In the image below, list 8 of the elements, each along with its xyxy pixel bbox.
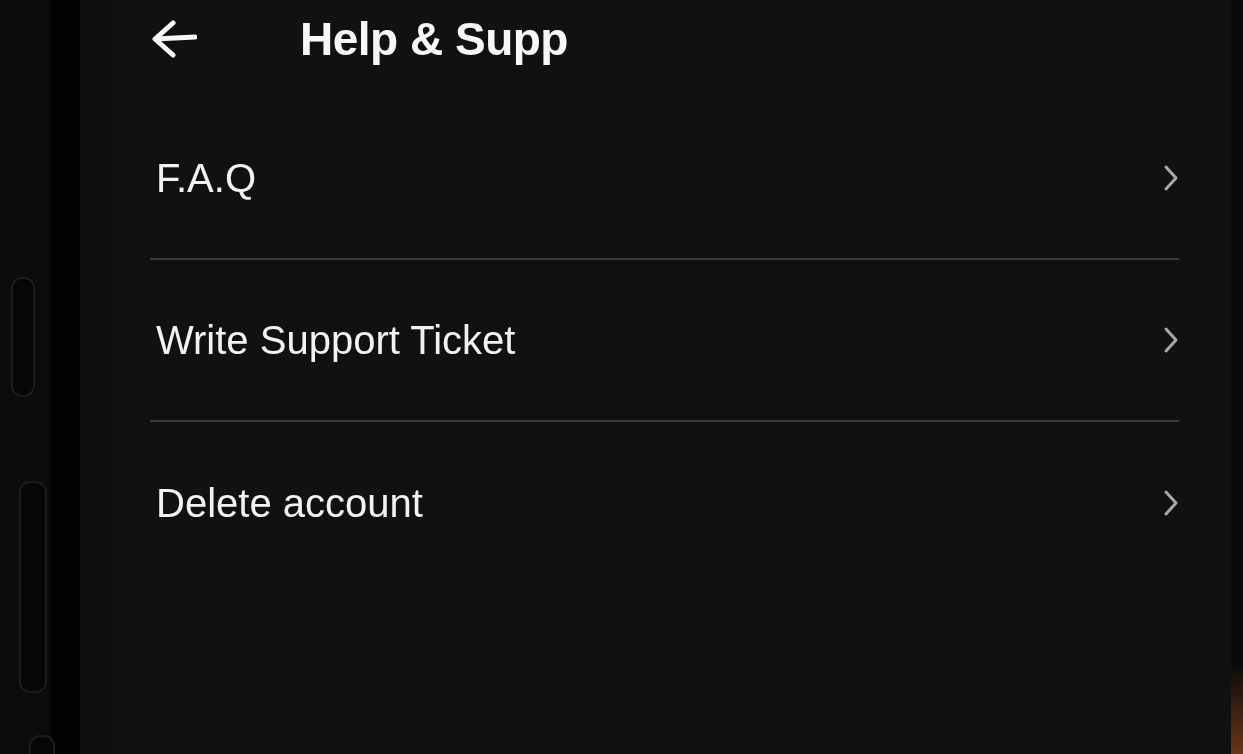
chevron-right-icon (1163, 326, 1179, 354)
chevron-right-icon (1163, 489, 1179, 517)
menu-item[interactable]: F.A.Q (150, 98, 1179, 260)
menu-item[interactable]: Write Support Ticket (150, 260, 1179, 422)
menu-item[interactable]: Delete account (150, 422, 1179, 584)
page-title: Help & Supp (300, 12, 568, 66)
chevron-right-icon (1163, 164, 1179, 192)
back-arrow-icon (151, 20, 197, 58)
